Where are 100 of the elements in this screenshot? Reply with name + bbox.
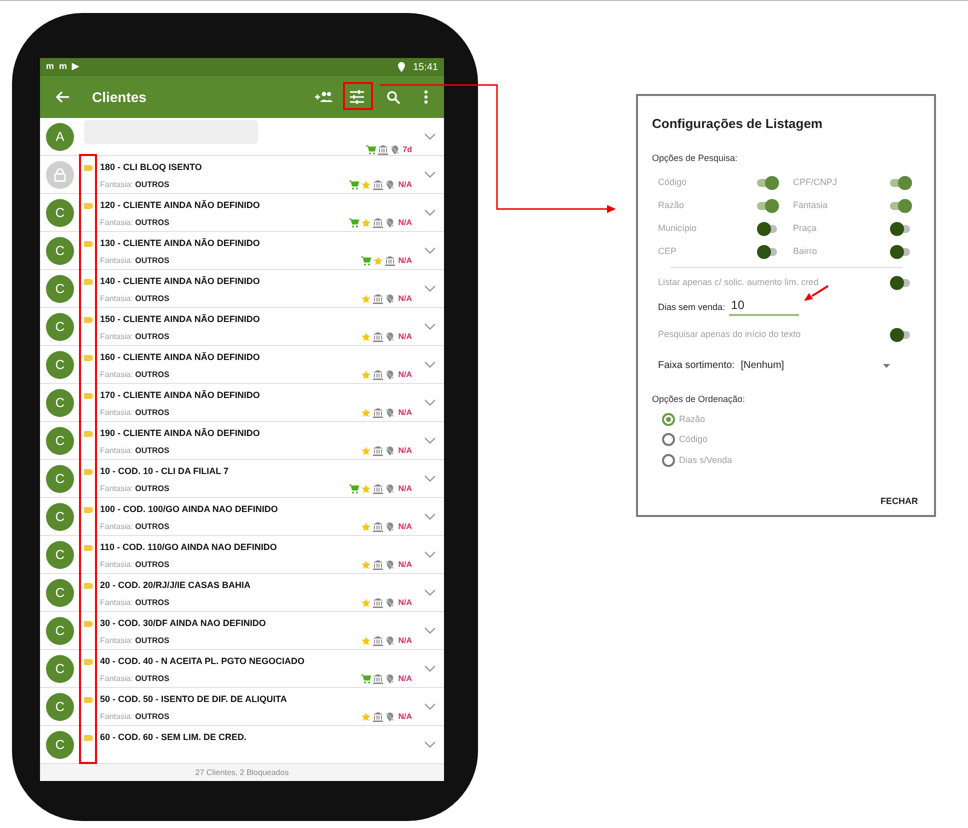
client-name: 10 - COD. 10 - CLI DA FILIAL 7 bbox=[100, 465, 229, 478]
days-label: 7d bbox=[402, 144, 412, 156]
client-count: 27 Clientes, 2 Bloqueados bbox=[195, 766, 289, 778]
tag-icon bbox=[84, 696, 93, 703]
option-label: CEP bbox=[658, 244, 677, 258]
chevron-down-icon[interactable] bbox=[424, 664, 436, 672]
avatar: C bbox=[46, 502, 74, 530]
chevron-down-icon[interactable] bbox=[424, 246, 436, 254]
close-button[interactable]: FECHAR bbox=[878, 495, 920, 508]
option-label: Pesquisar apenas do início do texto bbox=[658, 328, 801, 342]
screen-title: Clientes bbox=[92, 88, 148, 106]
notification-icon: m bbox=[59, 60, 68, 74]
chevron-down-icon[interactable] bbox=[424, 398, 436, 406]
option-label: Bairro bbox=[793, 244, 818, 258]
section-heading: Opções de Pesquisa: bbox=[652, 152, 739, 165]
client-name: 190 - CLIENTE AINDA NÃO DEFINIDO bbox=[100, 427, 260, 440]
bank-icon bbox=[373, 560, 384, 570]
bank-icon bbox=[378, 145, 388, 155]
bank-icon bbox=[373, 332, 384, 342]
bank-icon bbox=[373, 522, 384, 532]
avatar: C bbox=[46, 730, 74, 758]
fantasia-text: Fantasia: OUTROS bbox=[100, 558, 170, 570]
chevron-down-icon[interactable] bbox=[424, 284, 436, 292]
chevron-down-icon[interactable] bbox=[424, 702, 436, 710]
tag-icon bbox=[84, 582, 93, 589]
fantasia-text: Fantasia: OUTROS bbox=[100, 292, 170, 304]
client-name: 150 - CLIENTE AINDA NÃO DEFINIDO bbox=[100, 313, 260, 326]
toggle-switch[interactable] bbox=[890, 176, 912, 190]
days-label: N/A bbox=[398, 368, 412, 380]
location-icon bbox=[398, 62, 405, 72]
chevron-down-icon[interactable] bbox=[424, 740, 436, 748]
chevron-down-icon[interactable] bbox=[424, 132, 436, 140]
chevron-down-icon[interactable] bbox=[424, 360, 436, 368]
avatar: C bbox=[46, 350, 74, 378]
days-label: N/A bbox=[398, 710, 412, 722]
tag-icon bbox=[84, 202, 93, 209]
avatar: A bbox=[46, 122, 74, 150]
chevron-down-icon[interactable] bbox=[424, 626, 436, 634]
search-icon[interactable] bbox=[387, 90, 400, 104]
range-dropdown[interactable]: Faixa sortimento: [Nenhum] bbox=[658, 358, 890, 373]
bank-icon bbox=[373, 446, 384, 456]
toggle-switch[interactable] bbox=[757, 198, 779, 212]
tag-icon bbox=[84, 734, 93, 741]
bank-icon bbox=[385, 256, 396, 266]
client-name: 20 - COD. 20/RJ/J/IE CASAS BAHIA bbox=[100, 579, 251, 592]
toggle-switch[interactable] bbox=[890, 276, 912, 290]
callout-box bbox=[343, 82, 373, 110]
client-row[interactable]: A 7d bbox=[40, 118, 444, 156]
toggle-switch[interactable] bbox=[890, 328, 912, 342]
tag-icon bbox=[84, 164, 93, 171]
toggle-switch[interactable] bbox=[890, 222, 912, 236]
chevron-down-icon[interactable] bbox=[424, 550, 436, 558]
toggle-switch[interactable] bbox=[890, 198, 912, 212]
client-name: 130 - CLIENTE AINDA NÃO DEFINIDO bbox=[100, 237, 260, 250]
fantasia-text: Fantasia: OUTROS bbox=[100, 596, 170, 608]
avatar: C bbox=[46, 388, 74, 416]
toggle-switch[interactable] bbox=[757, 176, 779, 190]
avatar: C bbox=[46, 274, 74, 302]
bank-icon bbox=[373, 370, 384, 380]
toggle-switch[interactable] bbox=[757, 222, 779, 236]
avatar: C bbox=[46, 426, 74, 454]
chevron-down-icon[interactable] bbox=[424, 208, 436, 216]
client-name: 140 - CLIENTE AINDA NÃO DEFINIDO bbox=[100, 275, 260, 288]
add-people-icon[interactable] bbox=[315, 91, 333, 103]
days-label: N/A bbox=[398, 330, 412, 342]
chevron-down-icon[interactable] bbox=[424, 436, 436, 444]
option-label: CPF/CNPJ bbox=[793, 176, 838, 189]
chevron-down-icon[interactable] bbox=[424, 170, 436, 178]
toggle-switch[interactable] bbox=[890, 244, 912, 258]
avatar: C bbox=[46, 464, 74, 492]
tag-icon bbox=[84, 468, 93, 475]
fantasia-text: Fantasia: OUTROS bbox=[100, 254, 170, 266]
option-label: Município bbox=[658, 222, 697, 235]
notification-icon: m bbox=[46, 60, 54, 74]
fantasia-text: Fantasia: OUTROS bbox=[100, 216, 170, 228]
filter-settings-icon[interactable] bbox=[349, 90, 365, 104]
client-name: 160 - CLIENTE AINDA NÃO DEFINIDO bbox=[100, 351, 260, 364]
chevron-down-icon[interactable] bbox=[424, 474, 436, 482]
client-name: 60 - COD. 60 - SEM LIM. DE CRED. bbox=[100, 731, 247, 744]
dialog-title: Configurações de Listagem bbox=[652, 115, 824, 133]
more-menu-icon[interactable] bbox=[424, 90, 428, 104]
chevron-down-icon[interactable] bbox=[424, 322, 436, 330]
notification-icon: ▶ bbox=[72, 60, 80, 74]
bank-icon bbox=[373, 598, 384, 608]
bank-icon bbox=[373, 712, 384, 722]
client-name: 50 - COD. 50 - ISENTO DE DIF. DE ALIQUITA bbox=[100, 693, 287, 706]
chevron-down-icon[interactable] bbox=[424, 588, 436, 596]
days-label: N/A bbox=[398, 482, 412, 494]
fantasia-text: Fantasia: OUTROS bbox=[100, 710, 170, 722]
client-name: 40 - COD. 40 - N ACEITA PL. PGTO NEGOCIADO bbox=[100, 655, 305, 668]
fantasia-text: Fantasia: OUTROS bbox=[100, 634, 170, 646]
option-label: Listar apenas c/ solic. aumento lim. cred bbox=[658, 276, 819, 290]
days-label: N/A bbox=[398, 520, 412, 532]
option-label: Razão bbox=[658, 198, 684, 212]
days-input[interactable]: 10 bbox=[729, 296, 800, 316]
dropdown-caret-icon bbox=[883, 364, 890, 368]
toggle-switch[interactable] bbox=[757, 244, 779, 258]
field-label: Dias sem venda: bbox=[658, 300, 726, 314]
back-arrow-icon[interactable] bbox=[56, 91, 70, 103]
chevron-down-icon[interactable] bbox=[424, 512, 436, 520]
